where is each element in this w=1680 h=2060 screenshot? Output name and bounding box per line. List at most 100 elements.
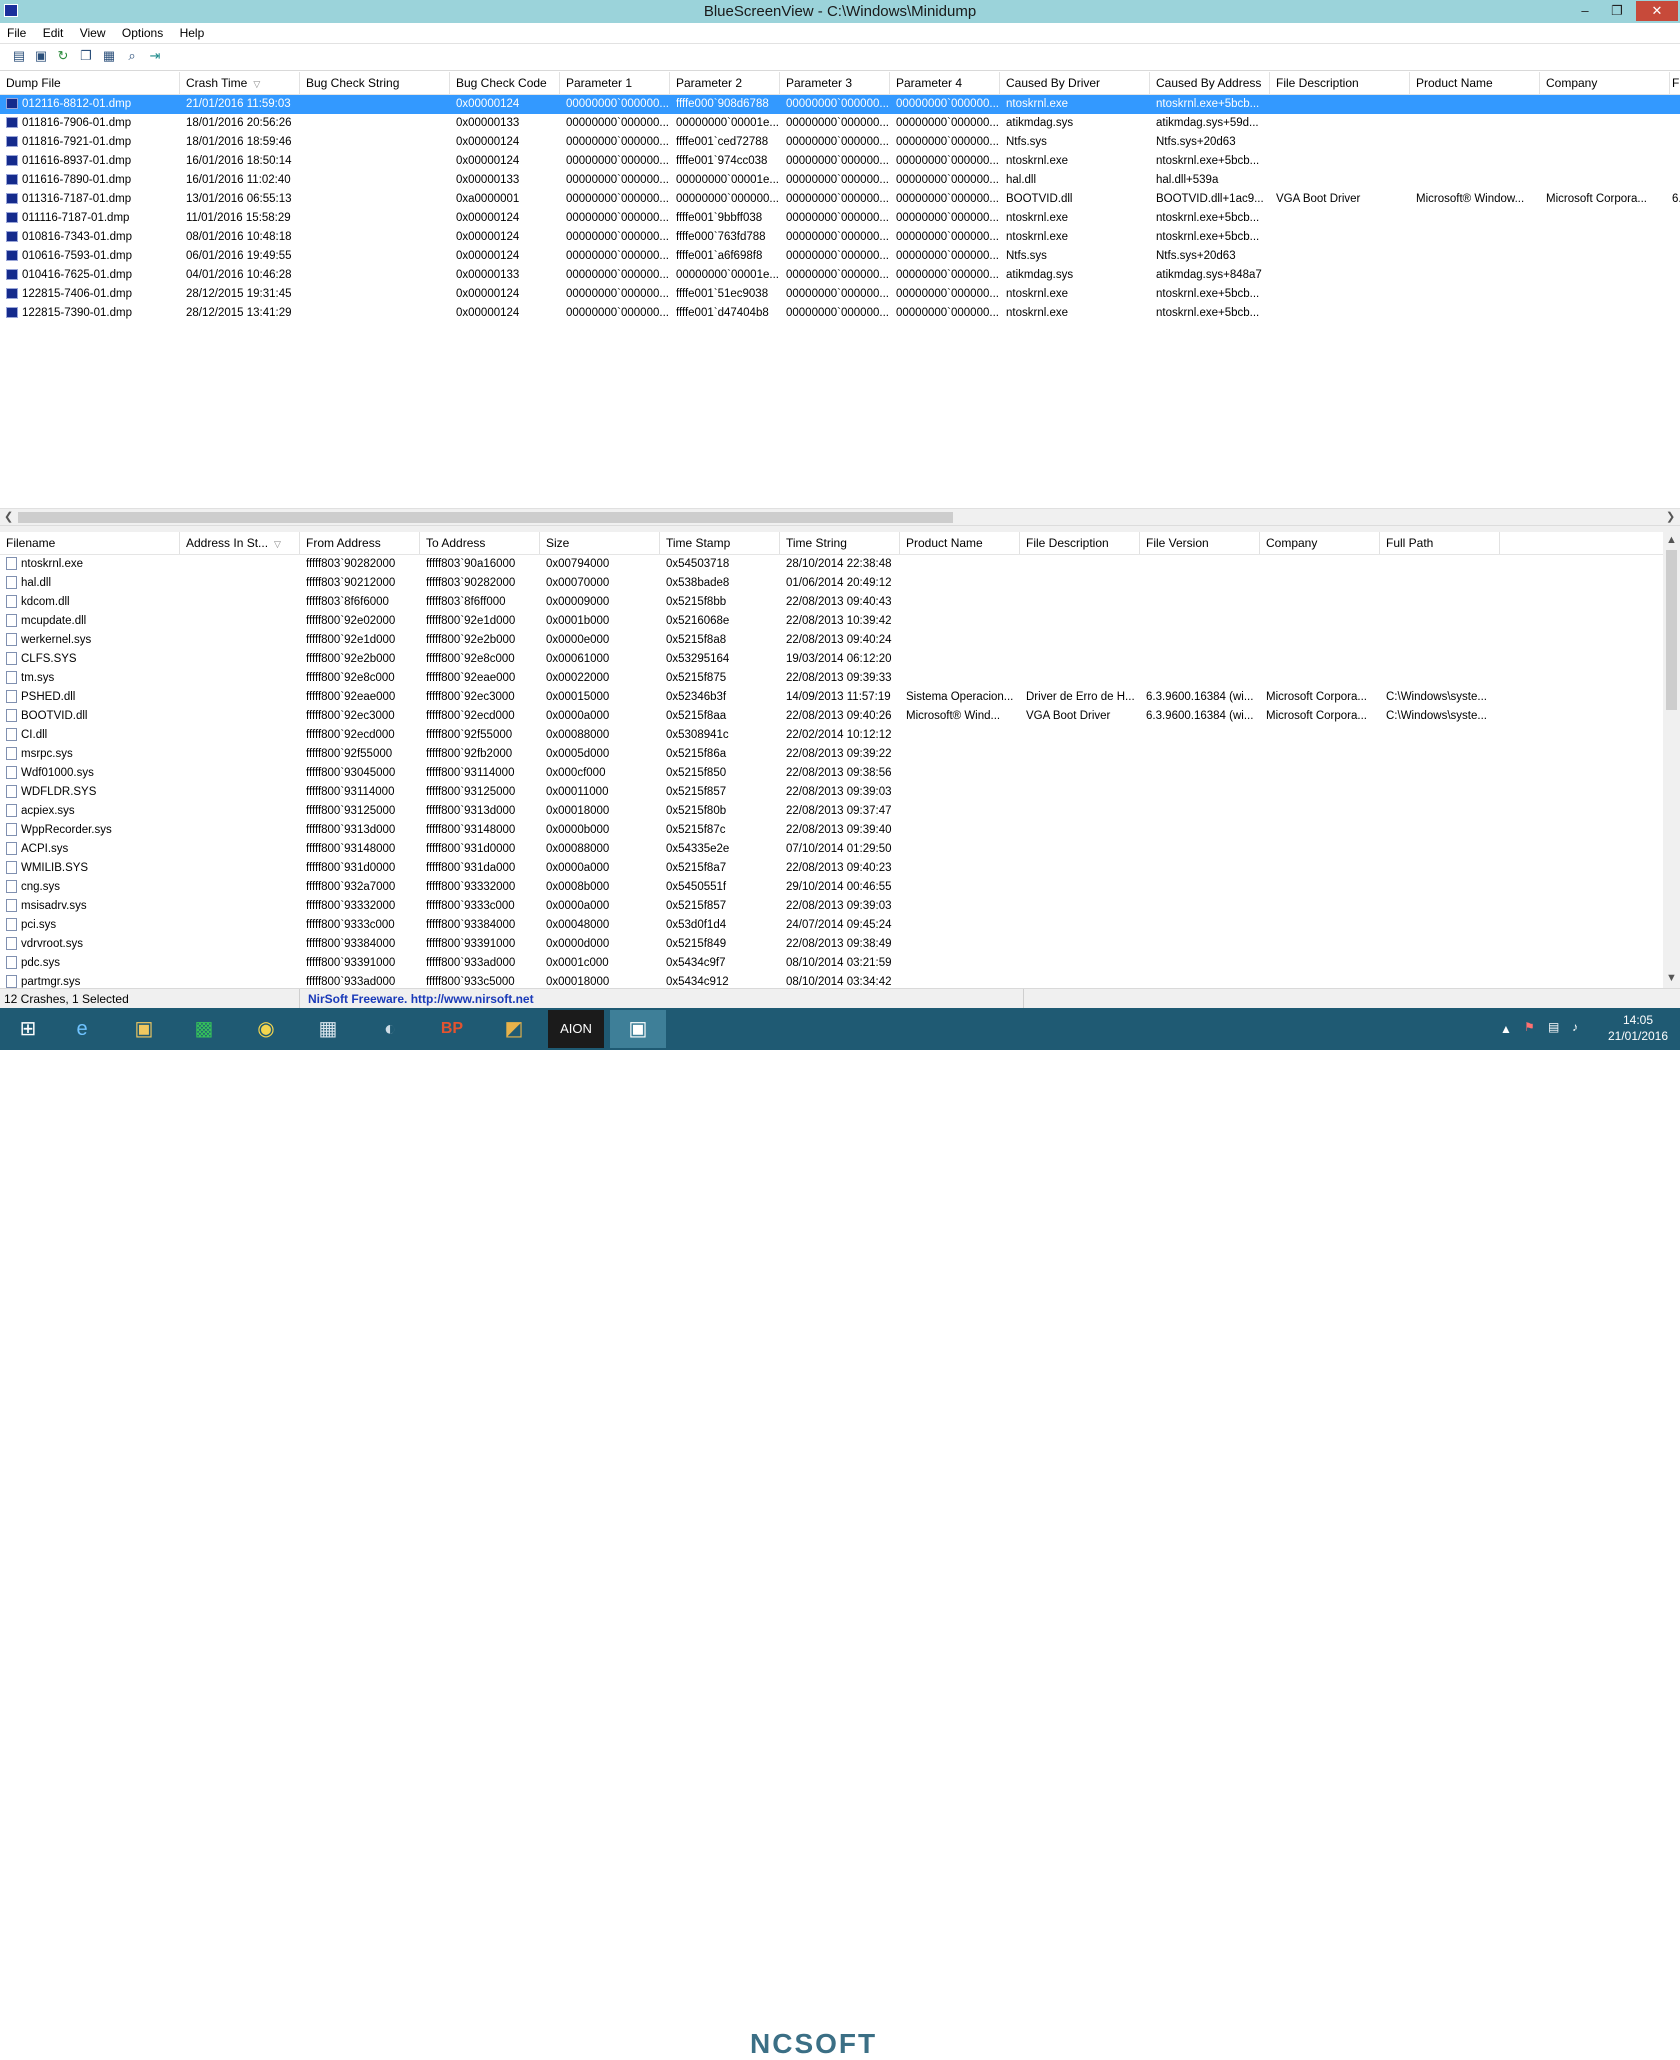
table-row[interactable]: WppRecorder.sys fffff800`9313d000 fffff800… xyxy=(0,821,1680,840)
properties-icon[interactable]: ▤ xyxy=(11,48,27,64)
driver-col-time-string[interactable]: Time String xyxy=(780,532,900,554)
driver-list-vscrollbar[interactable]: ▲ ▼ xyxy=(1663,532,1680,988)
table-row[interactable]: 010616-7593-01.dmp 06/01/2016 19:49:55 0x0… xyxy=(0,247,1680,266)
save-icon[interactable]: ▣ xyxy=(33,48,49,64)
table-row[interactable]: Wdf01000.sys fffff800`93045000 fffff800`93… xyxy=(0,764,1680,783)
table-row[interactable]: vdrvroot.sys fffff800`93384000 fffff800`93… xyxy=(0,935,1680,954)
driver-col-address-in-st[interactable]: Address In St... ▽ xyxy=(180,532,300,554)
hscroll-thumb[interactable] xyxy=(18,512,953,523)
exit-icon[interactable]: ⇥ xyxy=(147,48,163,64)
table-row[interactable]: 011616-8937-01.dmp 16/01/2016 18:50:14 0x0… xyxy=(0,152,1680,171)
table-row[interactable]: hal.dll fffff803`90212000 fffff803`9028200… xyxy=(0,574,1680,593)
crash-col-caused-by-address[interactable]: Caused By Address xyxy=(1150,72,1270,94)
volume-icon[interactable]: ♪ xyxy=(1572,1020,1578,1062)
crash-list[interactable]: Dump File Crash Time ▽ Bug Check String Bug … xyxy=(0,72,1680,525)
table-row[interactable]: kdcom.dll fffff803`8f6f6000 fffff803`8f6ff… xyxy=(0,593,1680,612)
copy-icon[interactable]: ❐ xyxy=(78,48,94,64)
html-report-icon[interactable]: ▦ xyxy=(101,48,117,64)
crash-col-dump-file[interactable]: Dump File xyxy=(0,72,180,94)
scroll-down-icon[interactable]: ▼ xyxy=(1666,972,1677,984)
file-explorer-icon[interactable]: ▣ xyxy=(116,1010,172,1048)
table-row[interactable]: cng.sys fffff800`932a7000 fffff800`9333200… xyxy=(0,878,1680,897)
table-row[interactable]: msisadrv.sys fffff800`93332000 fffff800`93… xyxy=(0,897,1680,916)
menu-help[interactable]: Help xyxy=(173,23,211,40)
table-row[interactable]: 011816-7921-01.dmp 18/01/2016 18:59:46 0x0… xyxy=(0,133,1680,152)
driver-col-time-stamp[interactable]: Time Stamp xyxy=(660,532,780,554)
driver-col-size[interactable]: Size xyxy=(540,532,660,554)
table-row[interactable]: WDFLDR.SYS fffff800`93114000 fffff800`9312… xyxy=(0,783,1680,802)
table-row[interactable]: 010416-7625-01.dmp 04/01/2016 10:46:28 0x0… xyxy=(0,266,1680,285)
find-icon[interactable]: ⌕ xyxy=(124,48,140,64)
crash-list-hscrollbar[interactable]: ❮ ❯ xyxy=(0,508,1680,525)
steam-icon[interactable]: ◐ xyxy=(362,1010,418,1048)
table-row[interactable]: 011816-7906-01.dmp 18/01/2016 20:56:26 0x0… xyxy=(0,114,1680,133)
crash-col-bug-check-code[interactable]: Bug Check Code xyxy=(450,72,560,94)
table-row[interactable]: 011116-7187-01.dmp 11/01/2016 15:58:29 0x0… xyxy=(0,209,1680,228)
crash-col-file-description[interactable]: File Description xyxy=(1270,72,1410,94)
nirsoft-link[interactable]: NirSoft Freeware. http://www.nirsoft.net xyxy=(300,989,1024,1009)
table-row[interactable]: msrpc.sys fffff800`92f55000 fffff800`92fb2… xyxy=(0,745,1680,764)
table-row[interactable]: 122815-7406-01.dmp 28/12/2015 19:31:45 0x0… xyxy=(0,285,1680,304)
driver-col-file-version[interactable]: File Version xyxy=(1140,532,1260,554)
restore-button[interactable]: ❐ xyxy=(1604,1,1630,21)
calculator-icon[interactable]: ▦ xyxy=(300,1010,356,1048)
scroll-up-icon[interactable]: ▲ xyxy=(1666,534,1677,546)
table-row[interactable]: BOOTVID.dll fffff800`92ec3000 fffff800`92e… xyxy=(0,707,1680,726)
table-row[interactable]: 010816-7343-01.dmp 08/01/2016 10:48:18 0x0… xyxy=(0,228,1680,247)
store-icon[interactable]: ▩ xyxy=(176,1010,232,1048)
menu-view[interactable]: View xyxy=(73,23,112,40)
clock[interactable]: 14:05 21/01/2016 xyxy=(1602,1012,1674,1054)
refresh-icon[interactable]: ↻ xyxy=(55,48,71,64)
table-row[interactable]: 011316-7187-01.dmp 13/01/2016 06:55:13 0xa… xyxy=(0,190,1680,209)
action-center-icon[interactable]: ⚑ xyxy=(1524,1020,1535,1062)
scroll-left-icon[interactable]: ❮ xyxy=(4,510,13,523)
driver-col-company[interactable]: Company xyxy=(1260,532,1380,554)
driver-col-from-address[interactable]: From Address xyxy=(300,532,420,554)
crash-col-parameter-2[interactable]: Parameter 2 xyxy=(670,72,780,94)
show-hidden-icons-icon[interactable]: ▲ xyxy=(1500,1022,1512,1064)
menu-file[interactable]: File xyxy=(0,23,32,40)
table-row[interactable]: CI.dll fffff800`92ecd000 fffff800`92f55000… xyxy=(0,726,1680,745)
bluescreenview-icon[interactable]: ▣ xyxy=(610,1010,666,1048)
crash-col-parameter-3[interactable]: Parameter 3 xyxy=(780,72,890,94)
table-row[interactable]: ACPI.sys fffff800`93148000 fffff800`931d00… xyxy=(0,840,1680,859)
windows-start-icon[interactable]: ⊞ xyxy=(0,1010,56,1048)
table-row[interactable]: 012116-8812-01.dmp 21/01/2016 11:59:03 0x0… xyxy=(0,95,1680,114)
minimize-button[interactable]: – xyxy=(1572,1,1598,21)
crash-col-fil[interactable]: Fil xyxy=(1666,72,1680,94)
chrome-icon[interactable]: ◉ xyxy=(238,1010,294,1048)
driver-col-to-address[interactable]: To Address xyxy=(420,532,540,554)
crash-col-parameter-1[interactable]: Parameter 1 xyxy=(560,72,670,94)
crash-col-bug-check-string[interactable]: Bug Check String xyxy=(300,72,450,94)
vscroll-thumb[interactable] xyxy=(1666,550,1677,710)
menu-options[interactable]: Options xyxy=(115,23,169,40)
driver-col-filename[interactable]: Filename xyxy=(0,532,180,554)
table-row[interactable]: acpiex.sys fffff800`93125000 fffff800`9313… xyxy=(0,802,1680,821)
scroll-right-icon[interactable]: ❯ xyxy=(1666,510,1675,523)
table-row[interactable]: 122815-7390-01.dmp 28/12/2015 13:41:29 0x0… xyxy=(0,304,1680,323)
folder-app-icon[interactable]: ◩ xyxy=(486,1010,542,1048)
table-row[interactable]: WMILIB.SYS fffff800`931d0000 fffff800`931d… xyxy=(0,859,1680,878)
driver-list[interactable]: Filename Address In St... ▽ From Address To … xyxy=(0,532,1680,988)
aion-icon[interactable]: AION xyxy=(548,1010,604,1048)
crash-col-parameter-4[interactable]: Parameter 4 xyxy=(890,72,1000,94)
table-row[interactable]: PSHED.dll fffff800`92eae000 fffff800`92ec3… xyxy=(0,688,1680,707)
table-row[interactable]: werkernel.sys fffff800`92e1d000 fffff800`9… xyxy=(0,631,1680,650)
driver-col-product-name[interactable]: Product Name xyxy=(900,532,1020,554)
table-row[interactable]: ntoskrnl.exe fffff803`90282000 fffff803`90… xyxy=(0,555,1680,574)
table-row[interactable]: pci.sys fffff800`9333c000 fffff800`9338400… xyxy=(0,916,1680,935)
internet-explorer-icon[interactable]: e xyxy=(54,1010,110,1048)
bp-app-icon[interactable]: BP xyxy=(424,1010,480,1048)
crash-col-company[interactable]: Company xyxy=(1540,72,1670,94)
crash-col-product-name[interactable]: Product Name xyxy=(1410,72,1540,94)
table-row[interactable]: partmgr.sys fffff800`933ad000 fffff800`933… xyxy=(0,973,1680,988)
crash-col-caused-by-driver[interactable]: Caused By Driver xyxy=(1000,72,1150,94)
driver-col-file-description[interactable]: File Description xyxy=(1020,532,1140,554)
table-row[interactable]: CLFS.SYS fffff800`92e2b000 fffff800`92e8c0… xyxy=(0,650,1680,669)
table-row[interactable]: pdc.sys fffff800`93391000 fffff800`933ad00… xyxy=(0,954,1680,973)
crash-col-crash-time[interactable]: Crash Time ▽ xyxy=(180,72,300,94)
network-icon[interactable]: ▤ xyxy=(1548,1020,1559,1062)
table-row[interactable]: 011616-7890-01.dmp 16/01/2016 11:02:40 0x0… xyxy=(0,171,1680,190)
driver-col-full-path[interactable]: Full Path xyxy=(1380,532,1500,554)
table-row[interactable]: mcupdate.dll fffff800`92e02000 fffff800`92… xyxy=(0,612,1680,631)
